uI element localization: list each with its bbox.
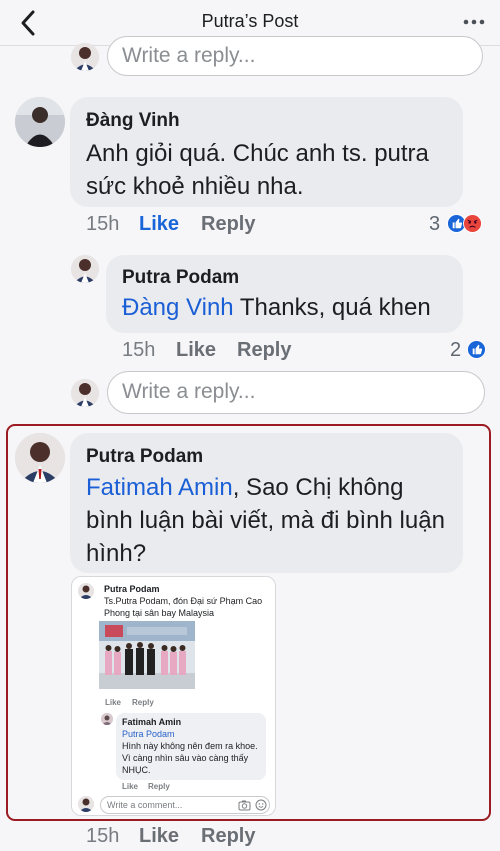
avatar[interactable] — [15, 97, 65, 147]
attached-screenshot[interactable]: Putra Podam Ts.Putra Podam, đón Đại sứ P… — [71, 576, 276, 816]
avatar[interactable] — [71, 43, 99, 71]
like-button[interactable]: Like — [139, 213, 179, 236]
avatar[interactable] — [15, 433, 65, 483]
reaction-count[interactable]: 2 — [450, 339, 461, 362]
camera-icon — [238, 800, 251, 811]
comment-time: 15h — [86, 825, 120, 847]
embedded-reply-like: Like — [122, 782, 139, 791]
comment-author[interactable]: Đàng Vinh — [86, 110, 180, 132]
reply-button[interactable]: Reply — [237, 339, 291, 362]
embedded-reply-button: Reply — [132, 698, 154, 707]
embedded-reply-author: Fatimah Amin — [122, 717, 182, 727]
comment-text: Anh giỏi quá. Chúc anh ts. putra sức kho… — [86, 140, 429, 200]
comment-time: 15h — [86, 213, 120, 235]
embedded-like-button: Like — [105, 698, 122, 707]
embedded-reply-text: Hình này không nên đem ra khoe. Vì càng … — [122, 741, 258, 775]
avatar — [78, 796, 94, 812]
avatar[interactable] — [71, 379, 99, 407]
reply-author[interactable]: Putra Podam — [122, 267, 239, 289]
avatar — [101, 713, 113, 725]
reply-button[interactable]: Reply — [201, 213, 255, 236]
avatar[interactable] — [71, 255, 99, 283]
mention-link[interactable]: Đàng Vinh — [122, 294, 234, 321]
reply-input[interactable]: Write a reply... — [107, 36, 483, 76]
embedded-reply-mention: Putra Podam — [122, 729, 175, 739]
more-options-icon[interactable] — [462, 10, 486, 34]
like-button[interactable]: Like — [139, 825, 179, 848]
angry-reaction-icon — [463, 214, 482, 233]
embedded-reply-reply: Reply — [148, 782, 170, 791]
comment-text: Fatimah Amin, Sao Chị không bình luận bà… — [86, 474, 445, 567]
mention-link[interactable]: Fatimah Amin — [86, 474, 233, 501]
reply-input[interactable]: Write a reply... — [107, 371, 485, 414]
reply-time: 15h — [122, 339, 156, 361]
like-reaction-icon — [467, 340, 486, 359]
embedded-photo — [99, 621, 195, 689]
reply-text: Đàng Vinh Thanks, quá khen — [122, 294, 431, 321]
page-title: Putra’s Post — [201, 11, 299, 31]
avatar — [78, 583, 94, 599]
embedded-comment-author: Putra Podam — [104, 584, 160, 594]
reaction-count[interactable]: 3 — [429, 213, 440, 236]
emoji-icon — [255, 799, 267, 811]
like-button[interactable]: Like — [176, 339, 216, 362]
comment-author[interactable]: Putra Podam — [86, 446, 203, 468]
embedded-comment-text: Ts.Putra Podam, đón Đại sứ Phạm Cao Phon… — [104, 596, 263, 618]
reply-button[interactable]: Reply — [201, 825, 255, 848]
